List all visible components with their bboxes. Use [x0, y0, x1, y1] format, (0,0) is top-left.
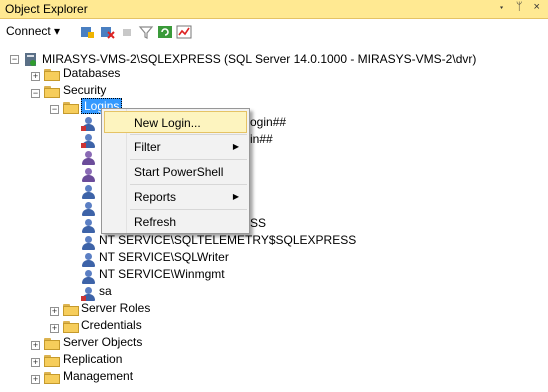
- credentials-expander[interactable]: +: [50, 323, 59, 333]
- login-partial-text[interactable]: in##: [250, 132, 273, 146]
- login-partial-text[interactable]: SS: [250, 216, 266, 230]
- login-group-icon: [81, 151, 96, 166]
- security-expander[interactable]: −: [31, 88, 40, 98]
- folder-icon: [44, 355, 60, 367]
- activity-monitor-icon[interactable]: [176, 24, 192, 40]
- menu-item-filter[interactable]: Filter ▶: [104, 136, 247, 158]
- login-user-icon: [81, 253, 96, 268]
- folder-icon: [44, 372, 60, 384]
- login-partial-text[interactable]: ogin##: [250, 115, 286, 129]
- server-objects-expander[interactable]: +: [31, 340, 40, 350]
- filter-icon[interactable]: [138, 24, 154, 40]
- refresh-icon[interactable]: [157, 24, 173, 40]
- folder-icon: [44, 86, 60, 98]
- server-node-label[interactable]: MIRASYS-VMS-2\SQLEXPRESS (SQL Server 14.…: [42, 52, 476, 66]
- object-explorer-titlebar: Object Explorer ▾ ᛘ ×: [0, 0, 548, 19]
- login-user-icon: [81, 117, 96, 132]
- stop-icon[interactable]: [119, 24, 135, 40]
- menu-separator: [130, 134, 247, 135]
- login-user-icon: [81, 287, 96, 302]
- tree-item-login[interactable]: sa: [99, 284, 112, 298]
- server-expander[interactable]: −: [10, 54, 19, 64]
- folder-icon: [44, 69, 60, 81]
- login-user-icon: [81, 270, 96, 285]
- replication-expander[interactable]: +: [31, 357, 40, 367]
- tree-item-login[interactable]: NT SERVICE\SQLWriter: [99, 250, 229, 264]
- window-title: Object Explorer: [5, 2, 88, 16]
- menu-item-new-login[interactable]: New Login...: [104, 111, 247, 133]
- menu-separator: [130, 184, 247, 185]
- server-icon: [25, 53, 36, 66]
- menu-item-refresh[interactable]: Refresh: [104, 211, 247, 233]
- menu-separator: [130, 159, 247, 160]
- tree-item-security[interactable]: Security: [63, 83, 106, 97]
- context-menu: New Login... Filter ▶ Start PowerShell R…: [101, 108, 250, 234]
- folder-icon: [63, 102, 79, 114]
- login-group-icon: [81, 168, 96, 183]
- login-user-icon: [81, 185, 96, 200]
- disconnect-icon[interactable]: [99, 24, 115, 40]
- tree-item-server-roles[interactable]: Server Roles: [81, 301, 150, 315]
- server-roles-expander[interactable]: +: [50, 306, 59, 316]
- login-user-icon: [81, 219, 96, 234]
- connect-object-explorer-icon[interactable]: [79, 24, 95, 40]
- tree-item-login[interactable]: NT SERVICE\Winmgmt: [99, 267, 225, 281]
- folder-icon: [63, 304, 79, 316]
- management-expander[interactable]: +: [31, 374, 40, 384]
- tree-item-login[interactable]: NT SERVICE\SQLTELEMETRY$SQLEXPRESS: [99, 233, 356, 247]
- login-user-icon: [81, 236, 96, 251]
- tree-item-replication[interactable]: Replication: [63, 352, 122, 366]
- window-controls[interactable]: ▾ ᛘ ×: [498, 1, 544, 13]
- databases-expander[interactable]: +: [31, 71, 40, 81]
- tree-item-credentials[interactable]: Credentials: [81, 318, 142, 332]
- login-user-icon: [81, 134, 96, 149]
- submenu-arrow-icon: ▶: [232, 192, 239, 201]
- menu-item-start-powershell[interactable]: Start PowerShell: [104, 161, 247, 183]
- login-user-icon: [81, 202, 96, 217]
- tree-item-server-objects[interactable]: Server Objects: [63, 335, 142, 349]
- logins-expander[interactable]: −: [50, 104, 59, 114]
- submenu-arrow-icon: ▶: [232, 142, 239, 151]
- tree-item-management[interactable]: Management: [63, 369, 133, 383]
- folder-icon: [63, 321, 79, 333]
- menu-item-reports[interactable]: Reports ▶: [104, 186, 247, 208]
- toolbar: Connect ▾: [0, 19, 548, 44]
- tree-item-databases[interactable]: Databases: [63, 66, 120, 80]
- connect-button[interactable]: Connect ▾: [6, 24, 60, 38]
- folder-icon: [44, 338, 60, 350]
- menu-separator: [130, 209, 247, 210]
